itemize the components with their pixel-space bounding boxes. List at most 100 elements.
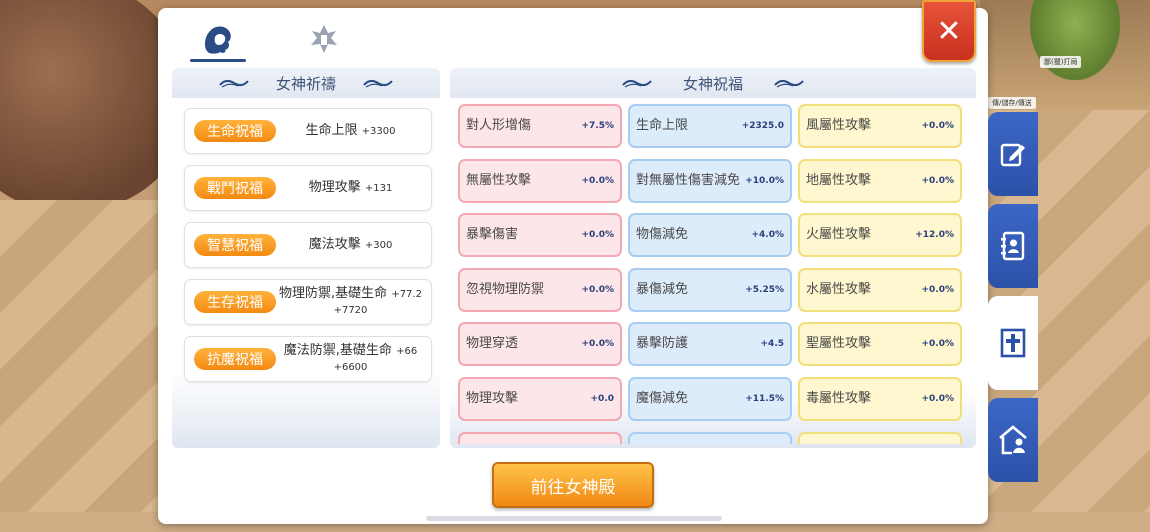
side-nav-edit[interactable] (988, 112, 1038, 196)
side-nav-goddess[interactable] (988, 296, 1038, 390)
blessing-grid[interactable]: 對人形增傷 +7.5% 無屬性攻擊 +0.0% 暴擊傷害 +0.0% 忽視物理防禦 +0… (458, 104, 968, 444)
blessing-stat-value: +0.0% (921, 339, 954, 350)
prayer-extra-value: +7720 (333, 305, 368, 316)
prayer-stat: 物理攻擊 (308, 180, 361, 195)
prayer-extra-value: +6600 (333, 362, 368, 373)
prayer-item[interactable]: 智慧祝福 魔法攻擊 +300 (184, 222, 432, 268)
prayer-value: +300 (364, 240, 393, 251)
side-nav-home[interactable] (988, 398, 1038, 482)
npc-name-tag: 鄙(獵)打局 (1040, 56, 1082, 68)
blessing-stat-value: +0.0 (590, 393, 614, 404)
prayer-desc: 物理攻擊 +131 (276, 180, 431, 196)
blessing-stat-name: 暴擊防護 (636, 336, 689, 352)
blessing-stat-partial (628, 431, 792, 444)
blessing-stat-name: 生命上限 (636, 118, 689, 133)
blessing-stat-name: 物理穿透 (466, 336, 519, 352)
blessing-stat-name: 毒屬性攻擊 (806, 390, 872, 406)
blessing-stat-name: 物傷減免 (636, 227, 689, 243)
blessing-stat: 生命上限 +2325.0 (628, 104, 792, 148)
goddess-panel: ✕ 女神祈禱 生命祝福 生命上限 +3300 戰鬥祝福 物理攻擊 +131 智慧… (158, 0, 988, 524)
blessing-stat-value: +5.25% (745, 284, 784, 295)
blessing-stat-name: 無屬性攻擊 (466, 172, 532, 188)
goddess-head-icon (204, 26, 231, 54)
blessing-stat: 魔傷減免 +11.5% (628, 376, 792, 421)
blessing-stat-name: 暴傷減免 (636, 281, 689, 297)
blessing-stat: 對人形增傷 +7.5% (458, 104, 622, 148)
edit-icon (1000, 143, 1025, 167)
side-nav (988, 112, 1038, 490)
swirl-ornament-icon (363, 79, 393, 88)
prayer-section: 女神祈禱 生命祝福 生命上限 +3300 戰鬥祝福 物理攻擊 +131 智慧祝福… (172, 68, 440, 448)
prayer-value: +131 (364, 183, 393, 194)
blessing-stat-value: +4.0% (751, 230, 784, 241)
blessing-section: 女神祝福 對人形增傷 +7.5% 無屬性攻擊 +0.0% 暴擊傷害 +0.0% 忽視物… (450, 68, 976, 448)
blessing-stat: 地屬性攻擊 +0.0% (798, 158, 962, 203)
prayer-item[interactable]: 生命祝福 生命上限 +3300 (184, 108, 432, 154)
blessing-stat-value: +0.0% (581, 284, 614, 295)
blessing-stat-value: +0.0% (921, 393, 954, 404)
blessing-stat-value: +12.0% (915, 230, 954, 241)
blessing-stat: 暴傷減免 +5.25% (628, 267, 792, 312)
prayer-item[interactable]: 抗魔祝福 魔法防禦,基礎生命 +66 +6600 (184, 336, 432, 382)
tab-goddess[interactable] (188, 16, 248, 62)
blessing-stat-name: 對人形增傷 (466, 118, 532, 133)
contacts-book-icon (1001, 231, 1025, 261)
blessing-stat-name: 聖屬性攻擊 (806, 336, 872, 352)
blessing-stat-value: +4.5 (760, 339, 784, 350)
swirl-ornament-icon (622, 79, 652, 88)
blessing-stat-value: +0.0% (581, 230, 614, 241)
blessing-stat: 暴擊防護 +4.5 (628, 322, 792, 367)
tower-emblem-icon (311, 25, 337, 53)
background-palm (1030, 0, 1120, 80)
house-person-icon (999, 425, 1027, 455)
prayer-stat: 魔法攻擊 (308, 237, 361, 252)
blessing-column: 風屬性攻擊 +0.0% 地屬性攻擊 +0.0% 火屬性攻擊 +12.0% 水屬性攻擊 +… (798, 104, 962, 444)
prayer-badge: 戰鬥祝福 (194, 177, 276, 199)
prayer-title: 女神祈禱 (275, 74, 336, 93)
prayer-badge: 抗魔祝福 (194, 348, 276, 370)
blessing-stat-value: +10.0% (745, 175, 784, 186)
blessing-stat: 無屬性攻擊 +0.0% (458, 158, 622, 203)
blessing-title: 女神祝福 (682, 74, 743, 93)
prayer-desc: 物理防禦,基礎生命 +77.2 +7720 (276, 286, 431, 318)
blessing-stat-partial (458, 431, 622, 444)
prayer-badge: 生命祝福 (194, 120, 276, 142)
prayer-value: +3300 (361, 126, 396, 137)
blessing-stat: 忽視物理防禦 +0.0% (458, 267, 622, 312)
swirl-ornament-icon (219, 79, 249, 88)
prayer-item[interactable]: 戰鬥祝福 物理攻擊 +131 (184, 165, 432, 211)
prayer-badge: 智慧祝福 (194, 234, 276, 256)
blessing-stat: 聖屬性攻擊 +0.0% (798, 322, 962, 367)
prayer-stat: 魔法防禦,基礎生命 (283, 343, 392, 358)
cross-shrine-icon (1000, 328, 1026, 358)
blessing-stat: 毒屬性攻擊 +0.0% (798, 376, 962, 421)
blessing-stat-name: 地屬性攻擊 (806, 172, 872, 188)
go-to-temple-button[interactable]: 前往女神殿 (492, 462, 654, 508)
prayer-stat: 生命上限 (305, 123, 358, 138)
blessing-stat: 物傷減免 +4.0% (628, 213, 792, 258)
blessing-stat-name: 火屬性攻擊 (806, 227, 872, 243)
horizontal-scrollbar[interactable] (426, 516, 722, 521)
blessing-stat: 物理攻擊 +0.0 (458, 376, 622, 421)
blessing-stat: 物理穿透 +0.0% (458, 322, 622, 367)
prayer-stat: 物理防禦,基礎生命 (279, 286, 388, 301)
blessing-stat-value: +0.0% (581, 339, 614, 350)
blessing-stat: 風屬性攻擊 +0.0% (798, 104, 962, 148)
prayer-desc: 魔法攻擊 +300 (276, 237, 431, 253)
prayer-item[interactable]: 生存祝福 物理防禦,基礎生命 +77.2 +7720 (184, 279, 432, 325)
close-button[interactable]: ✕ (922, 0, 976, 62)
tab-tower[interactable] (294, 16, 354, 62)
blessing-stat-name: 魔傷減免 (636, 390, 689, 406)
npc-function-tag: 傳/儲存/傳送 (988, 97, 1036, 109)
prayer-desc: 魔法防禦,基礎生命 +66 +6600 (276, 343, 431, 375)
blessing-stat: 對無屬性傷害減免 +10.0% (628, 158, 792, 203)
blessing-stat-name: 暴擊傷害 (466, 227, 519, 243)
prayer-value: +77.2 (391, 289, 422, 300)
blessing-stat-value: +2325.0 (741, 121, 784, 131)
blessing-stat-value: +0.0% (581, 175, 614, 186)
side-nav-contacts[interactable] (988, 204, 1038, 288)
blessing-stat-value: +0.0% (921, 284, 954, 295)
blessing-stat-value: +7.5% (581, 121, 614, 131)
prayer-badge: 生存祝福 (194, 291, 276, 313)
blessing-stat-name: 忽視物理防禦 (466, 281, 545, 297)
